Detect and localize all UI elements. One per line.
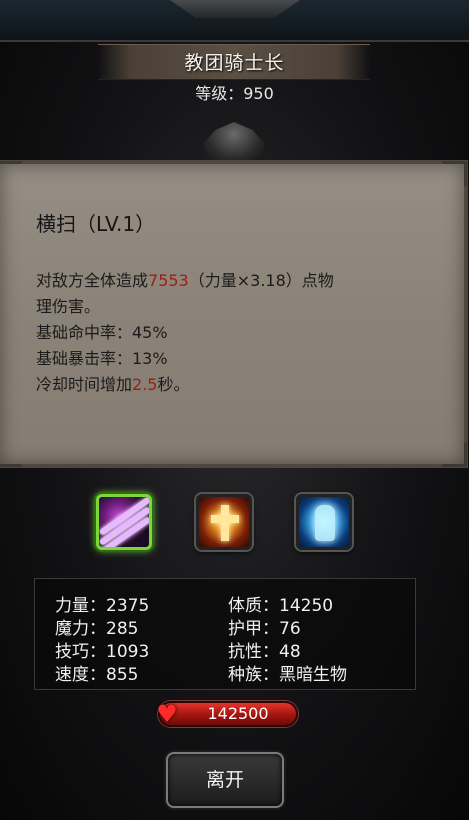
crit-rate-line: 基础暴击率：13% xyxy=(36,349,168,368)
cooldown-value: 2.5 xyxy=(132,375,158,394)
stat-resistance: 抗性：48 xyxy=(228,642,301,662)
cross-vertical xyxy=(221,505,229,541)
skill-title: 横扫（LV.1） xyxy=(36,212,156,236)
stats-panel: 力量：2375 魔力：285 技巧：1093 速度：855 体质：14250 护… xyxy=(34,578,416,690)
panel-corner xyxy=(0,161,22,186)
panel-corner xyxy=(442,161,467,186)
cooldown-text-post: 秒。 xyxy=(157,375,190,394)
stat-race: 种族：黑暗生物 xyxy=(228,665,347,685)
damage-value: 7553 xyxy=(148,271,189,290)
stat-constitution: 体质：14250 xyxy=(228,596,334,616)
unit-name: 教团骑士长 xyxy=(184,52,285,74)
stat-skill: 技巧：1093 xyxy=(55,642,150,662)
stat-magic: 魔力：285 xyxy=(55,619,139,639)
panel-corner xyxy=(442,442,467,467)
skill-description-panel: 横扫（LV.1） 对敌方全体造成7553（力量×3.18）点物 理伤害。 基础命… xyxy=(0,160,468,468)
cooldown-line: 冷却时间增加2.5秒。 xyxy=(36,372,416,398)
cross-horizontal xyxy=(211,515,239,523)
stat-speed: 速度：855 xyxy=(55,665,139,685)
damage-type-line: 理伤害。 xyxy=(36,297,101,316)
skill-icons-row xyxy=(0,494,469,560)
unit-level: 等级：950 xyxy=(195,84,274,103)
skill-description: 对敌方全体造成7553（力量×3.18）点物 理伤害。 基础命中率：45% 基础… xyxy=(36,268,416,398)
cooldown-text-pre: 冷却时间增加 xyxy=(36,375,133,394)
top-ornament xyxy=(170,0,300,18)
damage-text-post: （力量×3.18）点物 xyxy=(188,271,334,290)
helmet-ornament-icon xyxy=(203,122,265,162)
hp-value: 142500 xyxy=(207,704,269,723)
top-banner xyxy=(0,0,469,42)
stat-strength: 力量：2375 xyxy=(55,596,150,616)
leave-button[interactable]: 离开 xyxy=(166,752,284,808)
panel-corner xyxy=(0,442,22,467)
golden-holy-cross-icon[interactable] xyxy=(196,494,252,550)
sweep-slash-icon[interactable] xyxy=(96,494,152,550)
damage-text-pre: 对敌方全体造成 xyxy=(36,271,149,290)
ice-guardian-icon[interactable] xyxy=(296,494,352,550)
hit-rate-line: 基础命中率：45% xyxy=(36,323,168,342)
stat-armor: 护甲：76 xyxy=(228,619,301,639)
guardian-figure xyxy=(315,505,335,541)
skill-damage-line: 对敌方全体造成7553（力量×3.18）点物 xyxy=(36,268,416,294)
